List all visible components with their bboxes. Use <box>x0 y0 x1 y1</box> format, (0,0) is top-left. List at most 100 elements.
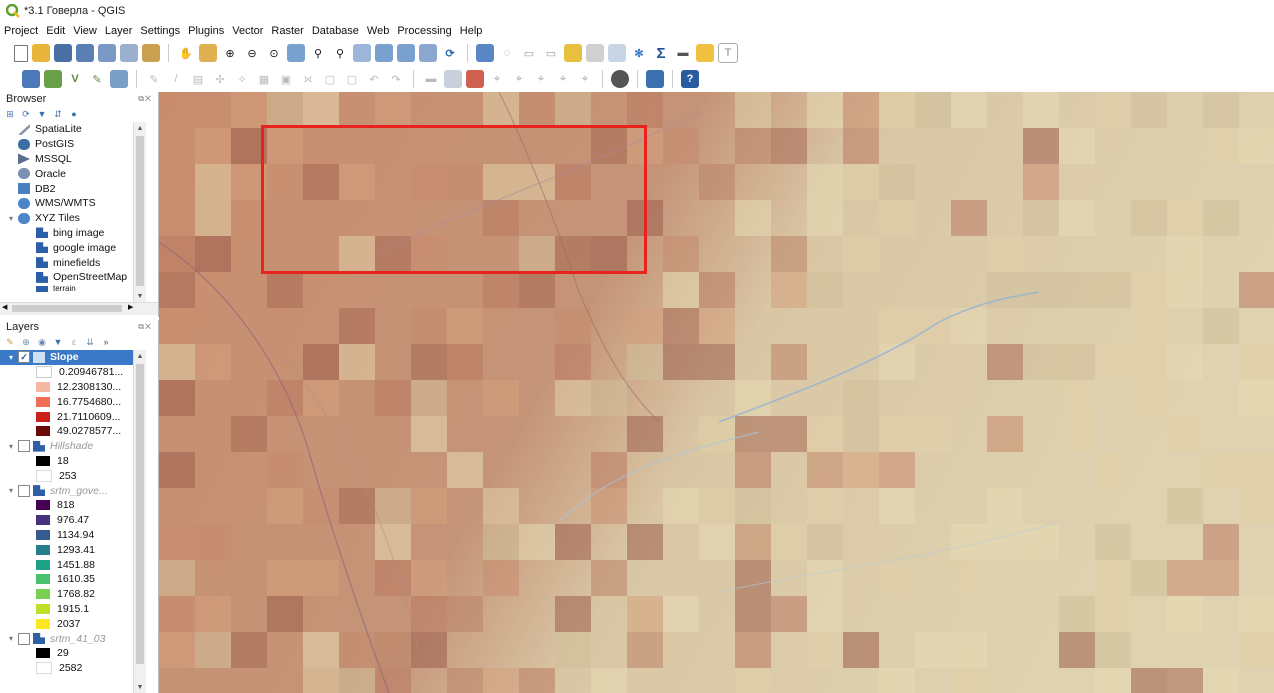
collapse-all-icon[interactable]: ⇵ <box>52 108 64 120</box>
menu-settings[interactable]: Settings <box>140 25 180 37</box>
rotate-label-icon[interactable]: ⌖ <box>554 70 572 88</box>
menu-web[interactable]: Web <box>367 25 389 37</box>
scroll-down-icon[interactable]: ▼ <box>134 290 146 302</box>
save-edits-icon[interactable]: ▤ <box>189 70 207 88</box>
layer-srtm-41-03[interactable]: ▾ srtm_41_03 <box>0 631 146 646</box>
select-features-icon[interactable]: ▭ <box>520 44 538 62</box>
browser-item-mssql[interactable]: MSSQL <box>0 152 146 167</box>
layer-visibility-checkbox[interactable] <box>18 440 30 453</box>
save-project-icon[interactable] <box>54 44 72 62</box>
panel-float-close-icon[interactable]: ⧉✕ <box>138 94 152 104</box>
browser-vscrollbar[interactable]: ▲ ▼ <box>133 122 146 302</box>
style-layer-icon[interactable]: ✎ <box>4 336 16 348</box>
pan-to-selection-icon[interactable] <box>199 44 217 62</box>
sigma-icon[interactable]: Σ <box>652 44 670 62</box>
processing-toolbox-icon[interactable]: ✻ <box>630 44 648 62</box>
undo-icon[interactable]: ▢ <box>343 70 361 88</box>
scroll-down-icon[interactable]: ▼ <box>134 681 146 693</box>
scroll-right-icon[interactable]: ▶ <box>128 303 133 311</box>
add-selected-layers-icon[interactable]: ⊞ <box>4 108 16 120</box>
add-layer-icon[interactable] <box>22 70 40 88</box>
zoom-next-icon[interactable] <box>397 44 415 62</box>
filter-expression-icon[interactable]: ε <box>68 336 80 348</box>
toggle-editing-icon[interactable]: ✎ <box>145 70 163 88</box>
style-manager-icon[interactable] <box>142 44 160 62</box>
pan-icon[interactable]: ✋ <box>177 44 195 62</box>
plugin-globe-icon[interactable] <box>611 70 629 88</box>
layer-visibility-checkbox[interactable] <box>18 632 30 645</box>
text-annotation-icon[interactable]: T <box>718 43 738 63</box>
add-feature-icon[interactable]: ✢ <box>211 70 229 88</box>
browser-item-bing[interactable]: bing image <box>0 226 146 241</box>
new-print-layout-icon[interactable] <box>98 44 116 62</box>
save-as-icon[interactable] <box>76 44 94 62</box>
identify-icon[interactable] <box>476 44 494 62</box>
panel-float-close-icon[interactable]: ⧉✕ <box>138 322 152 332</box>
layer-visibility-checkbox[interactable]: ✓ <box>18 351 30 364</box>
python-console-icon[interactable] <box>646 70 664 88</box>
edit-pencil-icon[interactable]: / <box>167 70 185 88</box>
deselect-icon[interactable]: ▭ <box>542 44 560 62</box>
manage-themes-icon[interactable]: ◉ <box>36 336 48 348</box>
open-attribute-table-icon[interactable] <box>564 44 582 62</box>
data-source-manager-icon[interactable] <box>44 70 62 88</box>
filter-legend-icon[interactable]: ▼ <box>52 336 64 348</box>
copy-features-icon[interactable]: ⟗ <box>299 70 317 88</box>
hscroll-thumb[interactable] <box>12 305 122 312</box>
filter-icon[interactable]: ▼ <box>36 108 48 120</box>
measure-icon[interactable]: ◌ <box>498 44 516 62</box>
scroll-left-icon[interactable]: ◀ <box>2 303 7 311</box>
expand-all-icon[interactable]: ⇊ <box>84 336 96 348</box>
scroll-up-icon[interactable]: ▲ <box>134 350 146 362</box>
move-label-icon[interactable]: ⌖ <box>532 70 550 88</box>
menu-processing[interactable]: Processing <box>397 25 451 37</box>
open-project-icon[interactable] <box>32 44 50 62</box>
add-vector-layer-icon[interactable]: V <box>66 70 84 88</box>
collapse-arrow-icon[interactable]: ▾ <box>6 353 16 362</box>
layout-manager-icon[interactable] <box>120 44 138 62</box>
help-icon[interactable]: ? <box>681 70 699 88</box>
browser-item-wms[interactable]: WMS/WMTS <box>0 196 146 211</box>
zoom-layer-icon[interactable]: ⚲ <box>331 44 349 62</box>
redo-icon[interactable]: ↶ <box>365 70 383 88</box>
layers-vscrollbar[interactable]: ▲ ▼ <box>133 350 146 693</box>
show-hide-labels-icon[interactable]: ⌖ <box>510 70 528 88</box>
layer-slope[interactable]: ▾ ✓ Slope <box>0 350 146 365</box>
statistics-icon[interactable] <box>608 44 626 62</box>
refresh-icon[interactable]: ⟳ <box>20 108 32 120</box>
layer-hillshade[interactable]: ▾ Hillshade <box>0 439 146 454</box>
collapse-arrow-icon[interactable]: ▾ <box>6 442 16 451</box>
collapse-arrow-icon[interactable]: ▾ <box>6 634 16 643</box>
zoom-selection-icon[interactable]: ⚲ <box>309 44 327 62</box>
browser-item-minefields[interactable]: minefields <box>0 255 146 270</box>
collapse-arrow-icon[interactable]: ▾ <box>6 214 16 223</box>
layer-labeling-icon[interactable] <box>466 70 484 88</box>
menu-project[interactable]: Project <box>4 25 38 37</box>
menu-help[interactable]: Help <box>460 25 483 37</box>
menu-edit[interactable]: Edit <box>46 25 65 37</box>
zoom-rubberband-icon[interactable]: ⊙ <box>265 44 283 62</box>
label-icon[interactable]: ▬ <box>422 70 440 88</box>
vertex-tool-icon[interactable]: ✧ <box>233 70 251 88</box>
measure-line-icon[interactable]: ▬ <box>674 44 692 62</box>
browser-item-oracle[interactable]: Oracle <box>0 166 146 181</box>
browser-hscrollbar[interactable]: ◀ ▶ <box>0 302 158 315</box>
zoom-out-icon[interactable]: ⊖ <box>243 44 261 62</box>
zoom-native-icon[interactable] <box>353 44 371 62</box>
menu-layer[interactable]: Layer <box>105 25 133 37</box>
cut-features-icon[interactable]: ▣ <box>277 70 295 88</box>
layer-visibility-checkbox[interactable] <box>18 484 30 497</box>
scroll-thumb[interactable] <box>136 364 144 664</box>
browser-item-xyz-tiles[interactable]: ▾ XYZ Tiles <box>0 211 146 226</box>
browser-item-google[interactable]: google image <box>0 240 146 255</box>
refresh-icon[interactable]: ⟳ <box>441 44 459 62</box>
digitize-icon[interactable]: ✎ <box>88 70 106 88</box>
browser-item-osm[interactable]: OpenStreetMap <box>0 270 146 285</box>
scroll-up-icon[interactable]: ▲ <box>134 122 146 134</box>
menu-vector[interactable]: Vector <box>232 25 263 37</box>
new-project-icon[interactable] <box>14 44 28 62</box>
paste-features-icon[interactable]: ▢ <box>321 70 339 88</box>
properties-icon[interactable]: ● <box>68 108 80 120</box>
collapse-arrow-icon[interactable]: ▾ <box>6 486 16 495</box>
zoom-in-icon[interactable]: ⊕ <box>221 44 239 62</box>
